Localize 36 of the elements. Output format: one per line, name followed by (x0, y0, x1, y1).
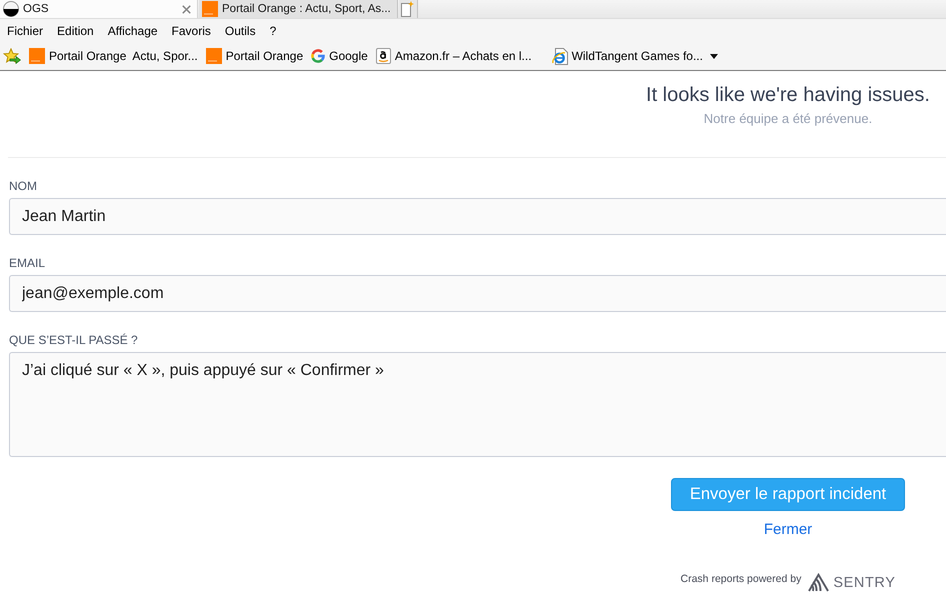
close-icon[interactable] (182, 4, 191, 14)
logo-icon (808, 573, 830, 592)
favorite-link[interactable]: WildTangent Games fo... (552, 47, 703, 65)
half-filled-circle-icon (3, 1, 19, 17)
star-arrow-icon[interactable] (3, 48, 21, 64)
caret-icon[interactable] (710, 54, 718, 58)
browser-tab[interactable]: OGS (0, 0, 198, 18)
menu-item[interactable]: Fichier (0, 22, 50, 40)
text-field[interactable]: Jean Martin (9, 198, 946, 235)
menu-item[interactable]: Outils (218, 22, 263, 40)
field-label: NOM (9, 179, 37, 193)
menu-item[interactable]: Edition (50, 22, 101, 40)
square-logo-icon (206, 48, 222, 64)
g-logo-icon (311, 49, 326, 63)
e-page-icon (552, 48, 568, 64)
field-label: EMAIL (9, 256, 46, 270)
square-logo-icon (202, 1, 218, 17)
new-tab-button[interactable] (398, 0, 418, 18)
square-logo-icon (29, 48, 45, 64)
menu-item[interactable]: Affichage (100, 22, 165, 40)
error-subtitle: Notre équipe a été prévenue. (704, 111, 872, 127)
favorite-link[interactable]: Amazon.fr – Achats en l... (376, 47, 532, 65)
menu-item[interactable]: ? (262, 22, 284, 40)
field-label: QUE S’EST-IL PASSÉ ? (9, 333, 138, 347)
brand-name: SENTRY (833, 574, 896, 592)
favorite-link[interactable]: Google (311, 47, 368, 65)
message-field[interactable]: J’ai cliqué sur « X », puis appuyé sur « Confirmer » (9, 352, 946, 457)
new-page-icon (401, 1, 414, 17)
a-logo-icon (376, 48, 391, 64)
close-link[interactable]: Fermer (764, 521, 812, 539)
error-title: It looks like we're having issues. (646, 83, 930, 107)
browser-tab[interactable]: Portail Orange : Actu, Sport, As... (199, 0, 398, 18)
menu-item[interactable]: Favoris (164, 22, 218, 40)
favorite-link[interactable]: Portail Orange Actu, Spor... (29, 47, 198, 65)
favorite-link[interactable]: Portail Orange (206, 47, 304, 65)
powered-by-text: Crash reports powered by (680, 573, 802, 586)
